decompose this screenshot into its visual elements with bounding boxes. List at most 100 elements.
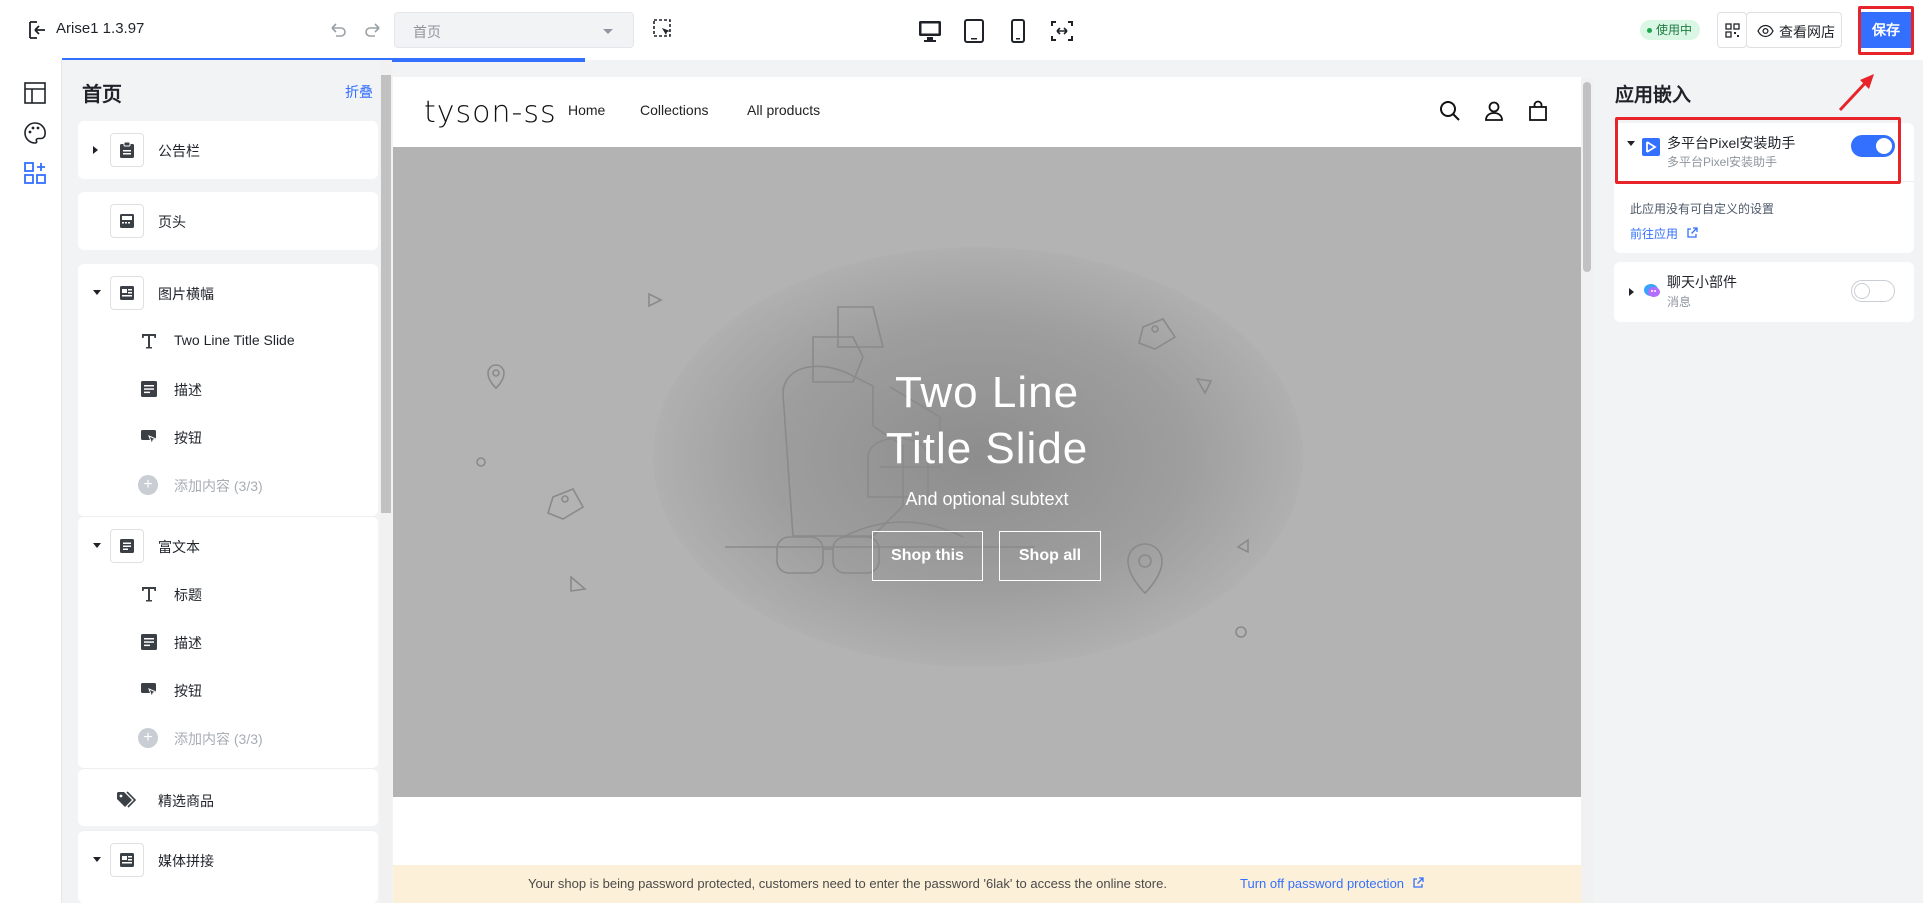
storefront-preview: tyson-ss Home Collections All products T… <box>393 77 1581 903</box>
section-card-featured-products: 精选商品 <box>78 768 378 826</box>
page-select-value: 首页 <box>413 24 441 40</box>
fullscreen-view-icon[interactable] <box>1049 18 1075 44</box>
status-badge: 使用中 <box>1640 20 1701 40</box>
go-to-app-label: 前往应用 <box>1630 227 1679 241</box>
shop-this-button[interactable]: Shop this <box>872 531 983 581</box>
image-banner[interactable]: Two Line Title Slide And optional subtex… <box>393 147 1581 797</box>
exit-editor-icon[interactable] <box>26 19 48 41</box>
expand-arrow-icon[interactable] <box>93 146 98 154</box>
block-row[interactable]: Two Line Title Slide <box>78 320 378 360</box>
block-row[interactable]: 按钮 <box>78 669 378 709</box>
store-header: tyson-ss Home Collections All products <box>393 77 1581 147</box>
section-row[interactable]: 页头 <box>78 200 378 240</box>
chevron-down-icon <box>603 29 613 34</box>
app-embeds-panel: 应用嵌入 多平台Pixel安装助手 多平台Pixel安装助手 此应用没有可自定义… <box>1597 60 1923 903</box>
view-store-button[interactable]: 查看网店 <box>1746 12 1842 48</box>
account-icon[interactable] <box>1482 99 1506 123</box>
section-row[interactable]: 媒体拼接 <box>78 839 378 879</box>
no-settings-text: 此应用没有可自定义的设置 <box>1630 202 1775 216</box>
go-to-app-link[interactable]: 前往应用 <box>1630 225 1699 242</box>
app-embeds-icon[interactable] <box>22 160 48 186</box>
store-logo[interactable]: tyson-ss <box>424 95 557 130</box>
search-icon[interactable] <box>1438 99 1462 123</box>
theme-settings-icon[interactable] <box>22 120 48 146</box>
section-card-image-banner: 图片横幅 Two Line Title Slide 描述 按钮 + 添加内容 (… <box>78 264 378 516</box>
panel-title: 应用嵌入 <box>1615 85 1692 106</box>
add-block-label: 添加内容 (3/3) <box>174 731 263 747</box>
inspector-select-icon[interactable] <box>652 18 674 40</box>
block-label: 标题 <box>174 587 202 603</box>
preview-scrollbar[interactable] <box>1581 77 1593 903</box>
section-card-header: 页头 <box>78 192 378 250</box>
preview-scrollbar-thumb[interactable] <box>1583 82 1591 272</box>
hero-title: Two Line Title Slide <box>393 365 1581 477</box>
text-icon <box>142 587 156 602</box>
announcement-icon <box>110 133 144 167</box>
section-card-announcement: 公告栏 <box>78 121 378 179</box>
section-row[interactable]: 富文本 <box>78 525 378 565</box>
undo-icon[interactable] <box>327 19 349 41</box>
turn-off-password-link[interactable]: Turn off password protection <box>1240 876 1424 891</box>
app-embed-card-chat: 聊天小部件 消息 <box>1614 262 1914 322</box>
page-select[interactable]: 首页 <box>394 12 634 48</box>
section-label: 富文本 <box>158 539 200 555</box>
add-block-row[interactable]: + 添加内容 (3/3) <box>78 717 378 757</box>
chat-app-icon <box>1644 284 1660 297</box>
sections-panel: 首页 折叠 公告栏 页头 图片横幅 Two Line Title Slide 描… <box>62 60 380 903</box>
sections-icon[interactable] <box>22 80 48 106</box>
redo-icon[interactable] <box>362 19 384 41</box>
annotation-highlight-save <box>1858 6 1914 55</box>
collapse-arrow-icon[interactable] <box>93 290 101 295</box>
toggle-knob <box>1854 283 1870 299</box>
collapse-all-link[interactable]: 折叠 <box>345 82 373 102</box>
block-row[interactable]: 描述 <box>78 621 378 661</box>
annotation-highlight-app <box>1615 117 1901 184</box>
section-label: 媒体拼接 <box>158 853 214 869</box>
sections-scrollbar-thumb[interactable] <box>381 75 391 513</box>
section-row[interactable]: 精选商品 <box>78 779 378 819</box>
section-card-rich-text: 富文本 标题 描述 按钮 + 添加内容 (3/3) <box>78 516 378 768</box>
annotation-arrow-icon <box>1838 74 1874 112</box>
external-link-icon <box>1687 227 1699 238</box>
add-icon: + <box>138 728 158 748</box>
block-row[interactable]: 按钮 <box>78 416 378 456</box>
add-block-label: 添加内容 (3/3) <box>174 478 263 494</box>
qr-code-button[interactable] <box>1717 12 1747 48</box>
left-rail <box>0 60 62 903</box>
add-block-row[interactable]: + 添加内容 (3/3) <box>78 464 378 504</box>
section-row[interactable]: 图片横幅 <box>78 272 378 312</box>
collapse-arrow-icon[interactable] <box>93 857 101 862</box>
nav-all-products-link[interactable]: All products <box>747 102 820 118</box>
block-row[interactable]: 描述 <box>78 368 378 408</box>
block-label: 按钮 <box>174 683 202 699</box>
collapse-arrow-icon[interactable] <box>93 543 101 548</box>
paragraph-icon <box>141 381 157 397</box>
block-label: Two Line Title Slide <box>174 332 295 348</box>
button-icon <box>141 430 158 446</box>
section-label: 页头 <box>158 214 186 230</box>
shop-all-button[interactable]: Shop all <box>999 531 1101 581</box>
section-label: 精选商品 <box>158 793 214 809</box>
block-label: 描述 <box>174 382 202 398</box>
block-label: 按钮 <box>174 430 202 446</box>
hero-title-line-2: Title Slide <box>885 424 1089 473</box>
chat-app-toggle[interactable] <box>1851 280 1895 302</box>
qr-code-icon <box>1725 23 1740 38</box>
desktop-view-icon[interactable] <box>917 18 943 44</box>
expand-arrow-icon[interactable] <box>1629 288 1634 296</box>
nav-collections-link[interactable]: Collections <box>640 102 708 118</box>
mobile-view-icon[interactable] <box>1005 18 1031 44</box>
cart-icon[interactable] <box>1526 99 1550 123</box>
header-icon <box>110 204 144 238</box>
hero-subtext: And optional subtext <box>905 489 1069 509</box>
theme-title: Arise1 1.3.97 <box>56 20 145 37</box>
button-icon <box>141 683 158 699</box>
app-subtitle: 消息 <box>1667 295 1692 309</box>
tablet-view-icon[interactable] <box>961 18 987 44</box>
block-row[interactable]: 标题 <box>78 573 378 613</box>
panel-title: 首页 <box>82 84 122 106</box>
turn-off-password-label: Turn off password protection <box>1240 876 1405 891</box>
section-row[interactable]: 公告栏 <box>78 129 378 169</box>
section-card-media-collage: 媒体拼接 <box>78 830 378 903</box>
nav-home-link[interactable]: Home <box>568 102 605 118</box>
